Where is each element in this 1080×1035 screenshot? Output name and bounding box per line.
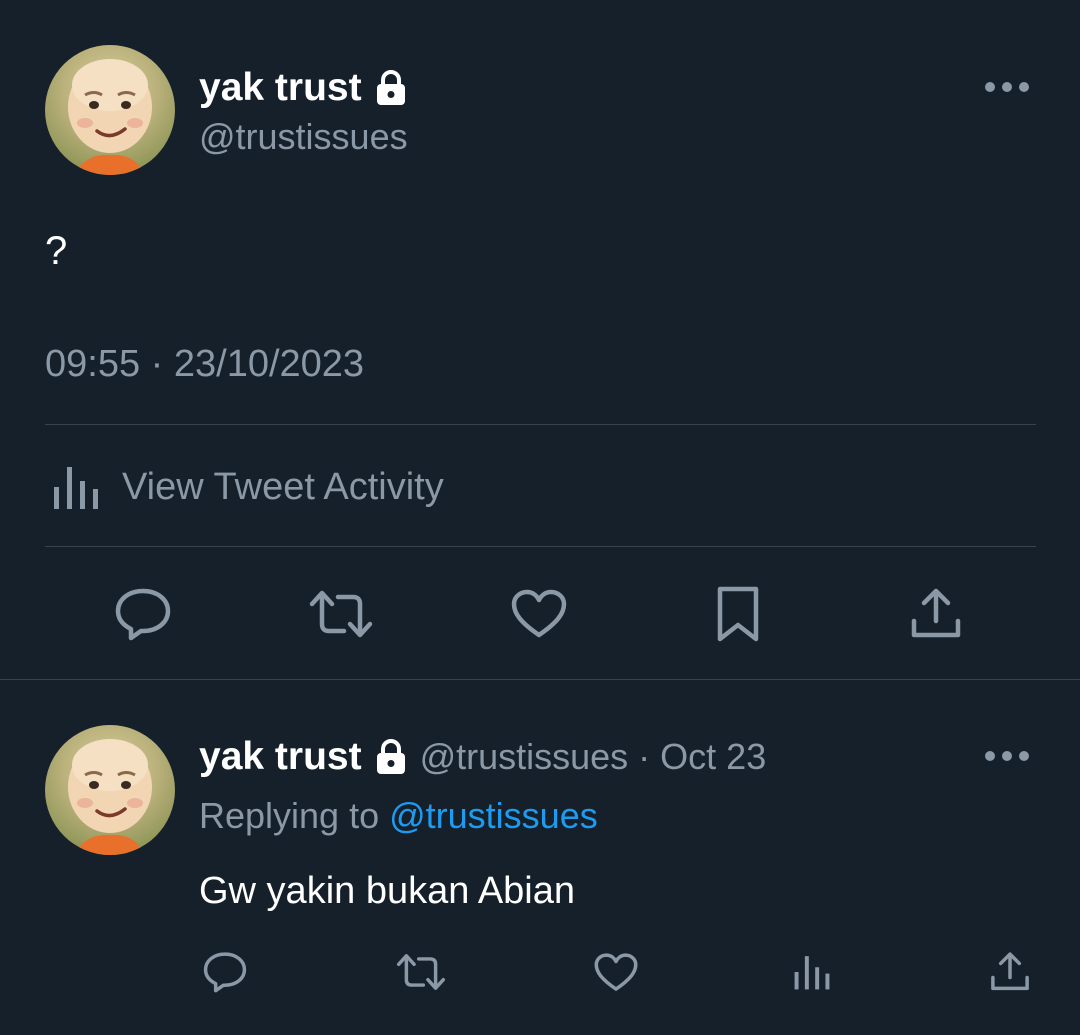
- more-dot-icon: [985, 751, 995, 761]
- reply-header: yak trust @trustissues · Oct 23: [199, 735, 766, 779]
- bookmark-icon: [717, 586, 759, 642]
- more-dot-icon: [985, 82, 995, 92]
- reply-more-options-button[interactable]: [985, 751, 1029, 761]
- reply-like-button[interactable]: [590, 948, 642, 996]
- cartoon-avatar-icon: [68, 59, 152, 175]
- reply-icon: [203, 952, 247, 993]
- lock-icon: [376, 70, 405, 105]
- reply-views-button[interactable]: [788, 948, 836, 996]
- reply-button[interactable]: [104, 584, 182, 644]
- tweet-timestamp[interactable]: 09:55 · 23/10/2023: [45, 343, 364, 386]
- retweet-icon: [396, 954, 446, 990]
- share-button[interactable]: [897, 584, 975, 644]
- thread-divider: [0, 679, 1080, 680]
- analytics-icon: [54, 467, 98, 509]
- more-dot-icon: [1019, 751, 1029, 761]
- author-handle[interactable]: @trustissues: [199, 116, 408, 158]
- view-tweet-activity-label: View Tweet Activity: [122, 465, 444, 508]
- divider: [45, 546, 1036, 547]
- heart-icon: [594, 952, 638, 991]
- tweet-text: ?: [45, 229, 68, 273]
- more-dot-icon: [1019, 82, 1029, 92]
- retweet-icon: [309, 590, 373, 638]
- lock-icon: [376, 739, 405, 774]
- reply-author-name[interactable]: yak trust: [199, 735, 362, 779]
- share-icon: [911, 588, 961, 638]
- reply-retweet-button[interactable]: [392, 948, 450, 996]
- like-button[interactable]: [500, 584, 578, 644]
- cartoon-avatar-icon: [68, 739, 152, 855]
- replying-to: Replying to @trustissues: [199, 795, 598, 837]
- reply-handle-date[interactable]: @trustissues · Oct 23: [420, 736, 767, 778]
- heart-icon: [511, 589, 567, 638]
- author-name-row: yak trust: [199, 66, 406, 110]
- share-icon: [991, 952, 1029, 991]
- more-options-button[interactable]: [985, 82, 1029, 92]
- more-dot-icon: [1002, 751, 1012, 761]
- retweet-button[interactable]: [302, 584, 380, 644]
- author-avatar[interactable]: [45, 45, 175, 175]
- replying-to-mention[interactable]: @trustissues: [389, 795, 598, 836]
- view-tweet-activity-button[interactable]: View Tweet Activity: [52, 465, 444, 509]
- views-icon: [794, 956, 830, 990]
- reply-text: Gw yakin bukan Abian: [199, 870, 576, 912]
- reply-icon: [115, 588, 171, 641]
- reply-share-button[interactable]: [985, 948, 1035, 996]
- author-name[interactable]: yak trust: [199, 66, 362, 110]
- reply-author-avatar[interactable]: [45, 725, 175, 855]
- replying-to-prefix: Replying to: [199, 795, 390, 836]
- divider: [45, 424, 1036, 425]
- reply-reply-button[interactable]: [199, 948, 251, 996]
- more-dot-icon: [1002, 82, 1012, 92]
- bookmark-button[interactable]: [699, 584, 777, 644]
